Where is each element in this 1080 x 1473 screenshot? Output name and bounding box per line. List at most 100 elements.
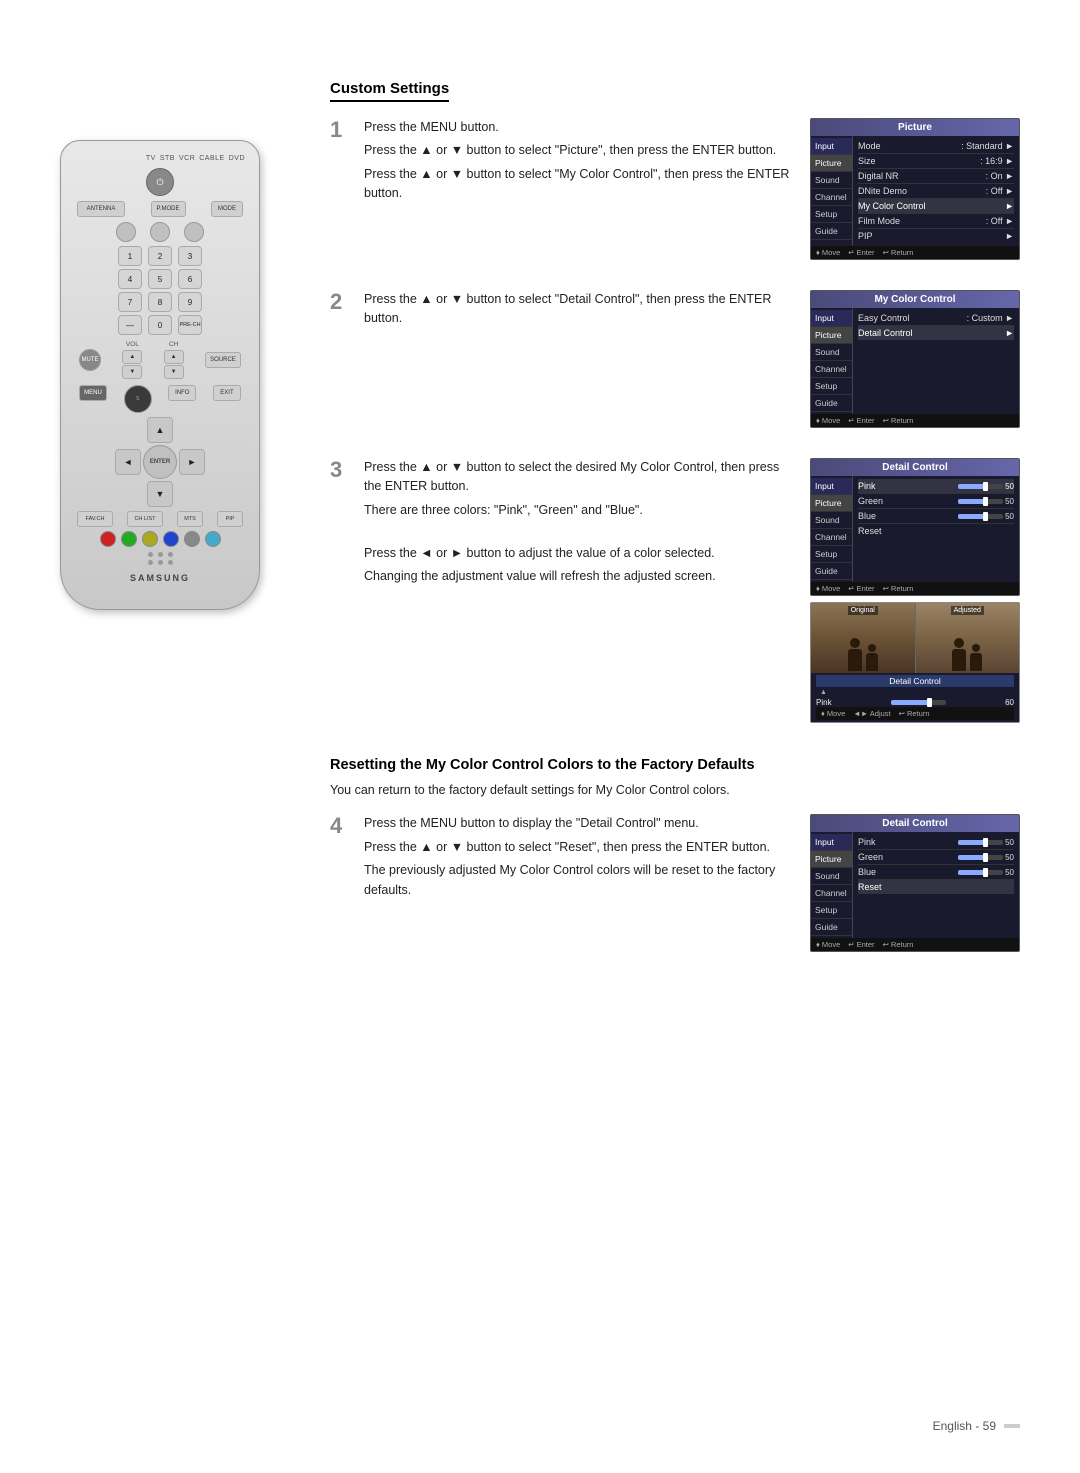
green-color-button[interactable] [121,531,137,547]
page-footer: English - 59 [933,1419,1020,1433]
sidebar2-guide[interactable]: Guide [811,395,852,412]
sidebar3-channel[interactable]: Channel [811,529,852,546]
menu4-blue: Blue 50 [858,865,1014,880]
person-4 [970,644,982,671]
sidebar3-setup[interactable]: Setup [811,546,852,563]
sidebar4-setup[interactable]: Setup [811,902,852,919]
mts-button[interactable]: MTS [177,511,203,527]
sidebar2-sound[interactable]: Sound [811,344,852,361]
ch-up-button[interactable]: ▲ [164,350,184,364]
remote-control: TV STB VCR CABLE DVD ⏻ ANTENNA P.MODE MO… [60,140,260,610]
pip-button[interactable]: PIP [217,511,243,527]
sidebar4-sound[interactable]: Sound [811,868,852,885]
ch-list-button[interactable]: CH LIST [127,511,163,527]
nav-down-button[interactable]: ▼ [147,481,173,507]
dvd-source-label: DVD [229,155,245,162]
sidebar4-picture[interactable]: Picture [811,851,852,868]
original-label: Original [848,606,878,615]
vol-up-button[interactable]: ▲ [122,350,142,364]
reset-title: Resetting the My Color Control Colors to… [330,757,1020,773]
source-button[interactable]: SOURCE [205,352,241,368]
gray-color-button[interactable] [184,531,200,547]
sidebar4-input[interactable]: Input [811,834,852,851]
step-3-text: Press the ▲ or ▼ button to select the de… [364,458,796,590]
btn-round-left[interactable] [116,222,136,242]
reset-section: Resetting the My Color Control Colors to… [330,757,1020,958]
num-6-button[interactable]: 6 [178,269,202,289]
sidebar-guide[interactable]: Guide [811,223,852,240]
sidebar2-picture[interactable]: Picture [811,327,852,344]
person-2-body [866,653,878,671]
reset-desc: You can return to the factory default se… [330,781,1020,800]
pmode-button[interactable]: P.MODE [151,201,186,217]
tv-panel3-sidebar: Input Picture Sound Channel Setup Guide [811,476,853,582]
sidebar2-setup[interactable]: Setup [811,378,852,395]
antenna-button[interactable]: ANTENNA [77,201,125,217]
num-3-button[interactable]: 3 [178,246,202,266]
nav-left-button[interactable]: ◄ [115,449,141,475]
lightblue-color-button[interactable] [205,531,221,547]
samsung-button[interactable]: S [124,385,152,413]
exit-button[interactable]: EXIT [213,385,241,401]
sidebar2-input[interactable]: Input [811,310,852,327]
person-2-head [868,644,876,652]
tv-panel4-title: Detail Control [811,815,1019,832]
step-3-para-2: There are three colors: "Pink", "Green" … [364,501,796,520]
sidebar-picture[interactable]: Picture [811,155,852,172]
info-button[interactable]: INFO [168,385,196,401]
num-5-button[interactable]: 5 [148,269,172,289]
num-1-button[interactable]: 1 [118,246,142,266]
num-7-button[interactable]: 7 [118,292,142,312]
enter-button[interactable]: ENTER [143,445,177,479]
mute-button[interactable]: MUTE [79,349,101,371]
blue-color-button[interactable] [163,531,179,547]
sidebar-sound[interactable]: Sound [811,172,852,189]
step-1-number: 1 [330,118,350,142]
custom-settings-section: Custom Settings 1 Press the MENU button.… [330,80,1020,729]
person-4-head [972,644,980,652]
num-dash-button[interactable]: — [118,315,142,335]
tv-panel1-title: Picture [811,119,1019,136]
adjusted-screen: Adjusted [916,603,1020,673]
screen-preview: Original [810,602,1020,723]
sidebar4-guide[interactable]: Guide [811,919,852,936]
menu3-reset: Reset [858,524,1014,538]
nav-right-button[interactable]: ► [179,449,205,475]
btn-round-mid[interactable] [150,222,170,242]
person-2 [866,644,878,671]
ch-down-button[interactable]: ▼ [164,365,184,379]
sidebar-channel[interactable]: Channel [811,189,852,206]
menu-row-film: Film Mode: Off ► [858,214,1014,229]
sidebar3-sound[interactable]: Sound [811,512,852,529]
power-button[interactable]: ⏻ [146,168,174,196]
num-0-button[interactable]: 0 [148,315,172,335]
person-3-head [954,638,964,648]
tv-panel2-title: My Color Control [811,291,1019,308]
sidebar-setup[interactable]: Setup [811,206,852,223]
num-9-button[interactable]: 9 [178,292,202,312]
adjusted-label: Adjusted [951,606,984,615]
menu-button[interactable]: MENU [79,385,107,401]
nav-up-button[interactable]: ▲ [147,417,173,443]
num-2-button[interactable]: 2 [148,246,172,266]
yellow-color-button[interactable] [142,531,158,547]
fav-ch-button[interactable]: FAV.CH [77,511,113,527]
vol-label: VOL [126,341,139,348]
sidebar-input[interactable]: Input [811,138,852,155]
step-2-row: 2 Press the ▲ or ▼ button to select "Det… [330,290,1020,434]
sidebar4-channel[interactable]: Channel [811,885,852,902]
num-8-button[interactable]: 8 [148,292,172,312]
step-4-row: 4 Press the MENU button to display the "… [330,814,1020,958]
vol-down-button[interactable]: ▼ [122,365,142,379]
mode-button[interactable]: MODE [211,201,243,217]
sidebar3-picture[interactable]: Picture [811,495,852,512]
screen-slider-label: Pink [816,698,832,707]
btn-round-right[interactable] [184,222,204,242]
step-4-para-2: Press the ▲ or ▼ button to select "Reset… [364,838,796,857]
sidebar3-guide[interactable]: Guide [811,563,852,580]
sidebar2-channel[interactable]: Channel [811,361,852,378]
num-4-button[interactable]: 4 [118,269,142,289]
red-color-button[interactable] [100,531,116,547]
pre-ch-button[interactable]: PRE-CH [178,315,202,335]
sidebar3-input[interactable]: Input [811,478,852,495]
